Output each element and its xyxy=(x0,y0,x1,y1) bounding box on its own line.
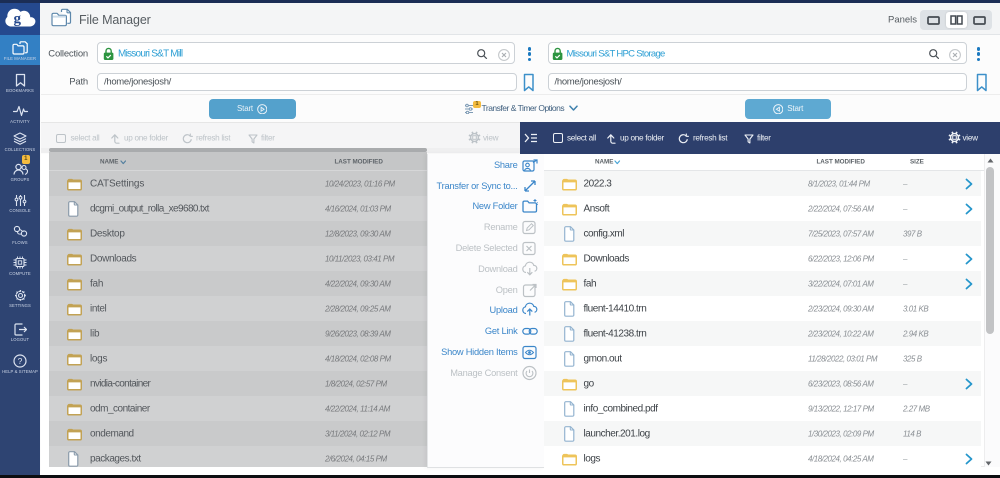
svg-text:?: ? xyxy=(18,356,23,366)
svg-text:g: g xyxy=(13,11,21,27)
